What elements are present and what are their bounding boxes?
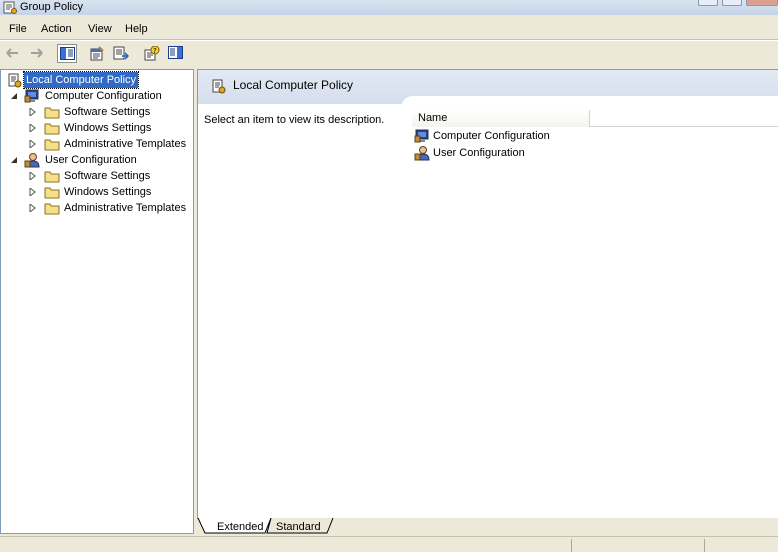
menu-view[interactable]: View [88, 22, 112, 36]
back-arrow-icon [6, 48, 18, 58]
policy-scroll-icon [212, 79, 226, 94]
close-button[interactable] [746, 0, 778, 6]
expand-arrow-icon[interactable] [28, 188, 36, 196]
tree-label: Windows Settings [64, 122, 152, 134]
folder-icon [44, 187, 60, 199]
expand-arrow-icon[interactable] [28, 204, 36, 212]
toolbar: ? [0, 41, 778, 67]
help-button[interactable]: ? [142, 44, 162, 63]
properties-icon [90, 46, 104, 61]
expand-arrow-icon[interactable] [28, 140, 36, 148]
policy-scroll-icon [8, 73, 22, 88]
menu-file[interactable]: File [9, 22, 27, 36]
tab-standard[interactable]: Standard [268, 520, 329, 536]
details-pane: Local Computer Policy Select an item to … [197, 69, 778, 518]
minimize-button[interactable] [698, 0, 718, 6]
computer-icon [414, 129, 429, 143]
view-tabs: Extended Standard [197, 518, 778, 534]
folder-icon [44, 139, 60, 151]
folder-icon [44, 171, 60, 183]
title-bar[interactable]: Group Policy [0, 0, 778, 15]
list-header: Name [412, 110, 778, 127]
folder-icon [44, 107, 60, 119]
group-policy-icon [3, 1, 17, 14]
show-hide-tree-button[interactable] [57, 44, 77, 63]
folder-icon [44, 123, 60, 135]
user-icon [414, 146, 430, 161]
group-policy-window: Group Policy File Action View Help ? Loc… [0, 0, 778, 552]
tree-label: Local Computer Policy [22, 71, 140, 89]
status-bar [0, 536, 778, 552]
collapse-arrow-icon[interactable] [10, 92, 18, 100]
properties-button[interactable] [87, 44, 107, 63]
forward-button[interactable] [26, 44, 46, 63]
description-text: Select an item to view its description. [204, 114, 385, 126]
expand-arrow-icon[interactable] [28, 108, 36, 116]
forward-arrow-icon [31, 48, 43, 58]
maximize-button[interactable] [722, 0, 742, 6]
menu-help[interactable]: Help [125, 22, 148, 36]
tab-extended[interactable]: Extended [209, 520, 271, 536]
tree-label: Windows Settings [64, 186, 152, 198]
column-header-name[interactable]: Name [412, 110, 590, 127]
tree-label: Software Settings [64, 170, 151, 182]
back-button[interactable] [3, 44, 23, 63]
show-hide-tree-icon [60, 47, 75, 60]
tree-label: Administrative Templates [64, 138, 187, 150]
console-tree[interactable]: Local Computer Policy Computer Configura… [0, 69, 194, 534]
status-divider [571, 539, 572, 552]
export-list-button[interactable] [111, 44, 131, 63]
computer-icon [24, 89, 39, 103]
list-item-label: Computer Configuration [433, 130, 550, 142]
tree-label: Administrative Templates [64, 202, 187, 214]
expand-arrow-icon[interactable] [28, 172, 36, 180]
user-icon [24, 153, 40, 168]
collapse-arrow-icon[interactable] [10, 156, 18, 164]
details-title: Local Computer Policy [233, 78, 354, 92]
menu-bar: File Action View Help [0, 18, 778, 40]
help-icon: ? [144, 46, 160, 61]
show-hide-action-pane-icon [168, 46, 183, 59]
svg-text:?: ? [153, 47, 157, 55]
tree-label: Computer Configuration [45, 90, 162, 102]
expand-arrow-icon[interactable] [28, 124, 36, 132]
show-hide-action-pane-button[interactable] [166, 44, 186, 63]
status-divider [704, 539, 705, 552]
export-list-icon [113, 46, 129, 60]
folder-icon [44, 203, 60, 215]
tree-label: Software Settings [64, 106, 151, 118]
tree-label: User Configuration [45, 154, 137, 166]
window-title: Group Policy [20, 1, 83, 13]
header-curve [401, 96, 778, 110]
list-item-label: User Configuration [433, 147, 525, 159]
menu-action[interactable]: Action [41, 22, 72, 36]
